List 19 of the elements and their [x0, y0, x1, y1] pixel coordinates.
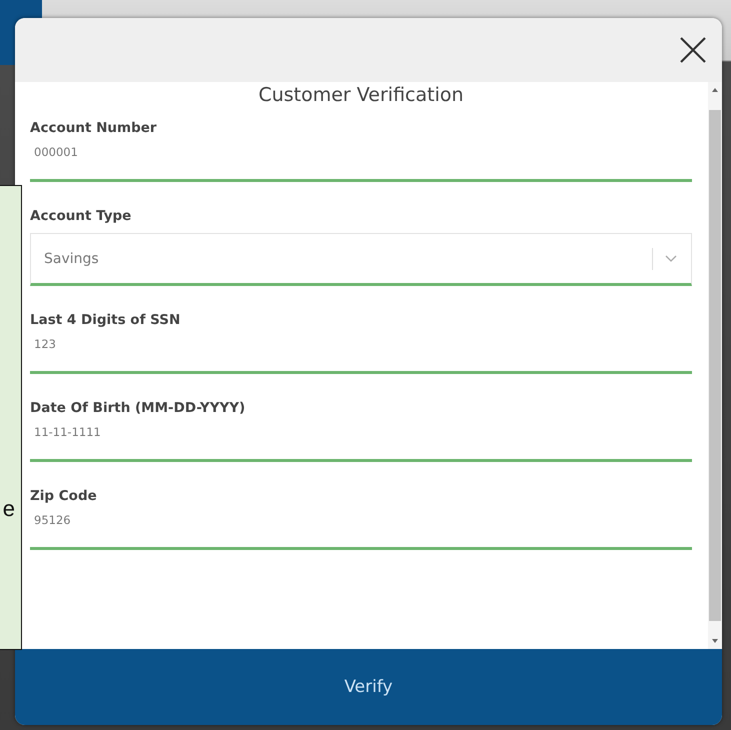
input-field[interactable]: 11-11-1111	[30, 425, 692, 462]
scrollbar[interactable]	[708, 82, 722, 649]
input-field[interactable]: 123	[30, 337, 692, 374]
select-field[interactable]: Savings	[30, 233, 692, 286]
field-label: Zip Code	[30, 488, 98, 504]
field-label: Account Type	[30, 208, 132, 224]
input-field[interactable]: 000001	[30, 145, 692, 182]
scroll-up-icon[interactable]	[712, 88, 718, 92]
scroll-down-icon[interactable]	[712, 639, 718, 643]
field-label: Account Number	[30, 120, 158, 136]
verify-button[interactable]: Verify	[15, 649, 722, 725]
chevron-down-icon	[665, 254, 677, 262]
input-field[interactable]: 95126	[30, 513, 692, 550]
dialog-title: Customer Verification	[257, 83, 465, 108]
field-label: Date Of Birth (MM-DD-YYYY)	[30, 400, 246, 416]
note-text: e	[2, 498, 15, 520]
field-label: Last 4 Digits of SSN	[30, 312, 182, 328]
scrollbar-thumb[interactable]	[709, 110, 721, 621]
close-icon	[678, 35, 708, 65]
